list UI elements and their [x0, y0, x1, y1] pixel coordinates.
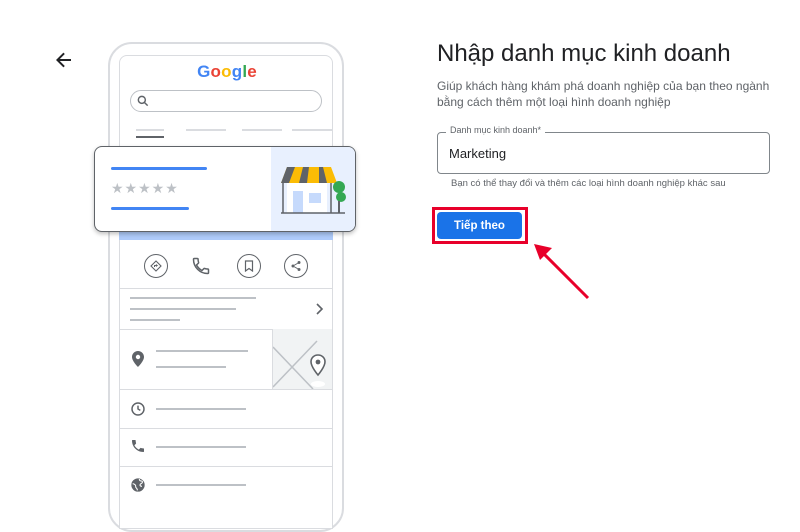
tab-line	[136, 129, 164, 131]
page-subtitle: Giúp khách hàng khám phá doanh nghiệp củ…	[437, 79, 770, 109]
phone-icon	[132, 440, 144, 452]
map-thumbnail	[272, 329, 332, 389]
google-logo-text: Google	[197, 62, 257, 81]
helper-text: Bạn có thể thay đổi và thêm các loại hìn…	[451, 178, 726, 189]
clock-icon	[131, 402, 145, 416]
phone-screen: Google	[119, 55, 333, 529]
google-logo: Google	[120, 62, 332, 82]
placeholder-line	[156, 408, 246, 410]
illustration-search-bar	[130, 90, 322, 112]
annotation-arrow	[534, 244, 590, 300]
storefront-icon	[281, 167, 346, 214]
business-category-value[interactable]: Marketing	[449, 146, 506, 161]
business-category-label: Danh mục kinh doanh*	[446, 125, 546, 135]
directions-icon	[144, 254, 168, 278]
placeholder-line	[130, 308, 236, 310]
storefront-image	[271, 147, 355, 231]
rating-stars: ★★★★★	[111, 180, 179, 196]
phone-icon	[191, 256, 211, 281]
divider	[120, 288, 332, 289]
placeholder-line	[130, 319, 180, 321]
placeholder-line	[111, 167, 207, 170]
share-icon	[284, 254, 308, 278]
next-button[interactable]: Tiếp theo	[437, 212, 522, 239]
tab-line	[186, 129, 226, 131]
placeholder-line	[111, 207, 189, 210]
highlight-band	[119, 231, 333, 240]
placeholder-line	[156, 484, 246, 486]
divider	[120, 389, 332, 390]
page-title: Nhập danh mục kinh doanh	[437, 40, 731, 67]
back-button[interactable]	[52, 48, 76, 72]
tab-selected-indicator	[136, 136, 164, 138]
placeholder-line	[156, 446, 246, 448]
placeholder-line	[156, 350, 248, 352]
tab-line	[292, 129, 332, 131]
placeholder-line	[156, 366, 226, 368]
arrow-left-icon	[56, 52, 71, 68]
tab-line	[242, 129, 282, 131]
divider	[120, 428, 332, 429]
location-pin-icon	[132, 351, 144, 367]
bookmark-icon	[237, 254, 261, 278]
globe-icon	[131, 478, 145, 492]
chevron-right-icon	[316, 303, 324, 315]
business-profile-card: ★★★★★	[94, 146, 356, 232]
divider	[120, 466, 332, 467]
search-icon	[137, 95, 149, 107]
placeholder-line	[130, 297, 256, 299]
